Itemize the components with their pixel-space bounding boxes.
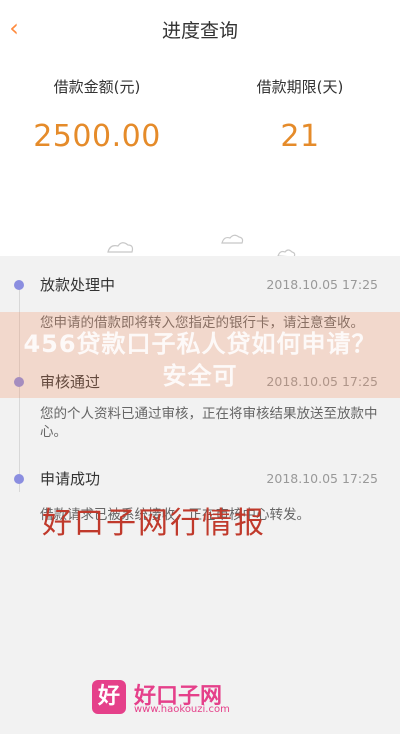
watermark-red-text: 好口子网行情报 <box>42 506 266 541</box>
watermark-text: 456贷款口子私人贷如何申请？安全可 <box>23 330 377 390</box>
item-time: 2018.10.05 17:25 <box>266 471 378 486</box>
term-label: 借款期限(天) <box>256 78 344 96</box>
page-title: 进度查询 <box>161 20 238 42</box>
item-time: 2018.10.05 17:25 <box>266 277 378 292</box>
logo-badge-icon: 好 <box>92 680 126 714</box>
term-value: 21 <box>280 119 320 154</box>
amount-section: 借款金额(元) 2500.00 <box>0 76 197 154</box>
item-desc: 您的个人资料已通过审核，正在将审核结果放送至放款中心。 <box>40 406 378 440</box>
amount-label: 借款金额(元) <box>53 78 141 96</box>
cloud-icon <box>107 234 296 256</box>
loan-summary: 借款金额(元) 2500.00 借款期限(天) 21 <box>0 56 400 256</box>
wave-illustration <box>107 234 296 256</box>
timeline-dot <box>14 280 24 290</box>
logo-url: www.haokouzi.com <box>134 704 230 715</box>
amount-value: 2500.00 <box>33 119 161 154</box>
item-title: 申请成功 <box>40 470 101 488</box>
header-bar: ‹ 进度查询 <box>0 0 400 56</box>
term-section: 借款期限(天) 21 <box>200 76 400 154</box>
item-title: 放款处理中 <box>40 276 116 294</box>
timeline-dot <box>14 474 24 484</box>
site-logo: 好 好口子网 www.haokouzi.com <box>92 680 292 720</box>
